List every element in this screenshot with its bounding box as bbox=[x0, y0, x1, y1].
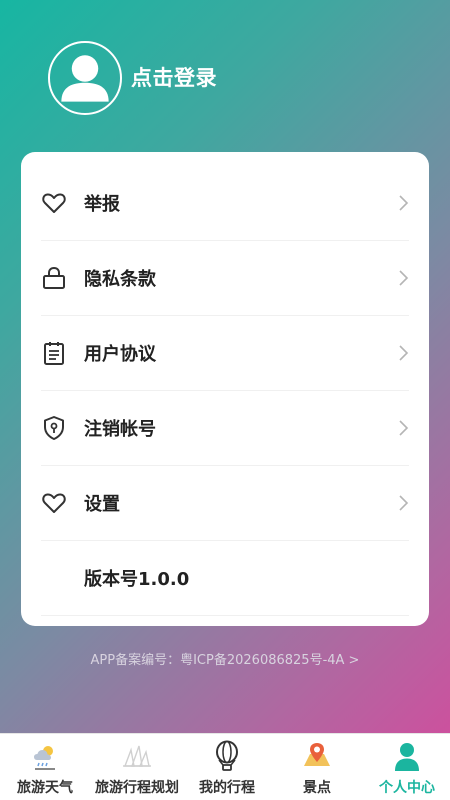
tab-label: 景点 bbox=[303, 780, 331, 796]
chevron-right-icon bbox=[397, 494, 409, 512]
menu-item-label: 注销帐号 bbox=[84, 419, 156, 440]
heart-icon bbox=[41, 190, 67, 216]
tab-trip-planning[interactable]: 旅游行程规划 bbox=[90, 734, 184, 800]
map-pin-icon bbox=[301, 740, 333, 772]
menu-card: 举报 隐私条款 用户协议 注销帐号 设置 版本号1.0.0 bbox=[21, 152, 429, 626]
shield-icon bbox=[41, 415, 67, 441]
chevron-right-icon bbox=[397, 269, 409, 287]
version-label: 版本号1.0.0 bbox=[84, 569, 190, 590]
user-avatar-icon bbox=[61, 55, 109, 102]
chevron-right-icon bbox=[397, 419, 409, 437]
menu-item-label: 设置 bbox=[84, 494, 120, 515]
chevron-right-icon bbox=[397, 344, 409, 362]
clipboard-icon bbox=[41, 340, 67, 366]
tab-my-trips[interactable]: 我的行程 bbox=[184, 734, 270, 800]
tab-personal-center[interactable]: 个人中心 bbox=[364, 734, 450, 800]
menu-item-user-agreement[interactable]: 用户协议 bbox=[41, 316, 409, 391]
menu-item-label: 隐私条款 bbox=[84, 269, 156, 290]
heart-icon bbox=[41, 490, 67, 516]
menu-item-settings[interactable]: 设置 bbox=[41, 466, 409, 541]
hot-air-balloon-icon bbox=[211, 740, 243, 772]
icp-filing-link[interactable]: APP备案编号：粤ICP备2026086825号-4A > bbox=[0, 649, 450, 668]
landmark-icon bbox=[121, 740, 153, 772]
tab-attractions[interactable]: 景点 bbox=[270, 734, 364, 800]
tab-label: 个人中心 bbox=[379, 780, 435, 796]
tab-label: 旅游行程规划 bbox=[95, 780, 179, 796]
tab-label: 我的行程 bbox=[199, 780, 255, 796]
lock-icon bbox=[41, 265, 67, 291]
menu-item-label: 用户协议 bbox=[84, 344, 156, 365]
bottom-tab-bar: 旅游天气 旅游行程规划 我的行程 景点 个人中心 bbox=[0, 733, 450, 800]
login-link[interactable]: 点击登录 bbox=[131, 62, 217, 92]
menu-item-report[interactable]: 举报 bbox=[41, 166, 409, 241]
menu-item-delete-account[interactable]: 注销帐号 bbox=[41, 391, 409, 466]
tab-label: 旅游天气 bbox=[17, 780, 73, 796]
weather-icon bbox=[29, 740, 61, 772]
menu-item-privacy[interactable]: 隐私条款 bbox=[41, 241, 409, 316]
menu-item-version: 版本号1.0.0 bbox=[41, 541, 409, 616]
menu-item-label: 举报 bbox=[84, 194, 120, 215]
tab-weather[interactable]: 旅游天气 bbox=[0, 734, 90, 800]
chevron-right-icon bbox=[397, 194, 409, 212]
person-icon bbox=[391, 740, 423, 772]
avatar[interactable] bbox=[48, 41, 122, 115]
